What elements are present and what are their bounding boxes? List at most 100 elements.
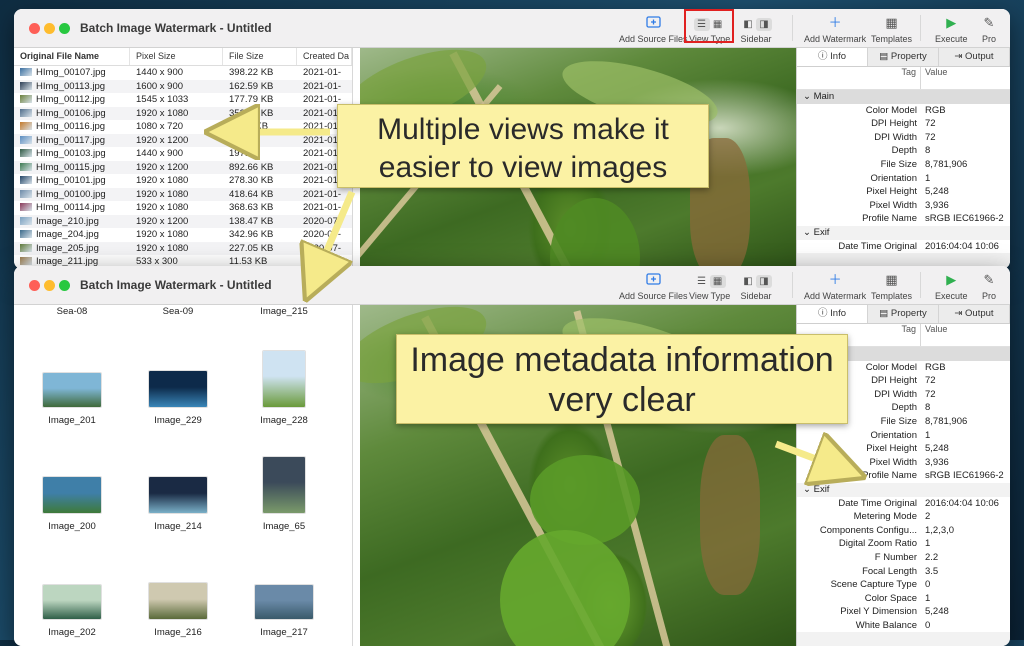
- grid-item[interactable]: Image_202: [22, 585, 122, 638]
- table-row[interactable]: HImg_00115.jpg 1920 x 1200 892.66 KB 2021-0…: [14, 160, 352, 174]
- col-pixel-size[interactable]: Pixel Size: [130, 48, 223, 65]
- thumbnail-grid[interactable]: Sea-08 Sea-09 Image_215 Image_201 Image_2…: [14, 305, 353, 646]
- cell-file-name: HImg_00101.jpg: [14, 174, 130, 188]
- col-file-size[interactable]: File Size: [223, 48, 297, 65]
- close-button[interactable]: [29, 280, 40, 291]
- section-exif[interactable]: ⌄ Exif: [797, 226, 1010, 240]
- file-list[interactable]: Original File Name Pixel Size File Size …: [14, 48, 353, 269]
- table-row[interactable]: Image_210.jpg 1920 x 1200 138.47 KB 2020-07…: [14, 214, 352, 228]
- execute-button[interactable]: ▶ Execute: [935, 15, 968, 44]
- grid-view-icon[interactable]: ▦: [709, 275, 726, 288]
- metadata-row[interactable]: Pixel Height 5,248: [797, 442, 1010, 456]
- add-source-files-button[interactable]: Add Source Files: [619, 272, 688, 301]
- tab-info[interactable]: ⓘ Info: [797, 48, 868, 66]
- table-row[interactable]: HImg_00112.jpg 1545 x 1033 177.79 KB 2021-0…: [14, 93, 352, 107]
- table-row[interactable]: HImg_00103.jpg 1440 x 900 197.8 2021-01-: [14, 147, 352, 161]
- table-row[interactable]: HImg_00117.jpg 1920 x 1200 2021-01-: [14, 133, 352, 147]
- tab-output[interactable]: ⇥ Output: [939, 48, 1010, 66]
- file-name-text: Image_210.jpg: [36, 215, 99, 227]
- metadata-row[interactable]: Depth 8: [797, 144, 1010, 158]
- metadata-row[interactable]: Profile Name sRGB IEC61966-2: [797, 212, 1010, 226]
- zoom-button[interactable]: [59, 23, 70, 34]
- metadata-row[interactable]: F Number 2.2: [797, 550, 1010, 565]
- section-exif[interactable]: ⌄ Exif: [797, 483, 1010, 497]
- left-sidebar-icon[interactable]: ◧: [740, 275, 756, 288]
- tab-output-label: Output: [965, 308, 994, 319]
- execute-button[interactable]: ▶ Execute: [935, 272, 968, 301]
- metadata-row[interactable]: Date Time Original 2016:04:04 10:06: [797, 496, 1010, 511]
- table-row[interactable]: HImg_00113.jpg 1600 x 900 162.59 KB 2021-01…: [14, 79, 352, 93]
- metadata-row[interactable]: Orientation 1: [797, 428, 1010, 443]
- metadata-row[interactable]: Date Time Original 2016:04:04 10:06: [797, 239, 1010, 254]
- zoom-button[interactable]: [59, 280, 70, 291]
- grid-item[interactable]: Image_201: [22, 373, 122, 426]
- minimize-button[interactable]: [44, 280, 55, 291]
- table-row[interactable]: HImg_00101.jpg 1920 x 1080 278.30 KB 2021-0…: [14, 174, 352, 188]
- grid-item[interactable]: Image_214: [128, 477, 228, 532]
- metadata-row[interactable]: Scene Capture Type 0: [797, 578, 1010, 592]
- file-name-text: HImg_00101.jpg: [36, 175, 106, 186]
- grid-item[interactable]: Image_200: [22, 477, 122, 532]
- templates-button[interactable]: ▦ Templates: [871, 15, 912, 44]
- metadata-row[interactable]: Pixel Y Dimension 5,248: [797, 605, 1010, 619]
- sidebar-control[interactable]: ◧ ◨ Sidebar: [740, 15, 772, 44]
- right-sidebar-icon[interactable]: ◨: [756, 18, 772, 31]
- list-view-icon[interactable]: ☰: [694, 275, 710, 288]
- left-sidebar-icon[interactable]: ◧: [740, 18, 756, 31]
- grid-item[interactable]: Image_65: [234, 457, 334, 532]
- table-row[interactable]: HImg_00106.jpg 1920 x 1080 352.49 KB 2021-0…: [14, 106, 352, 120]
- view-type-highlight-box: [684, 9, 734, 43]
- metadata-row[interactable]: Color Space 1: [797, 591, 1010, 606]
- add-watermark-button[interactable]: ＋ Add Watermark: [804, 15, 866, 44]
- col-created-date[interactable]: Created Da: [297, 48, 352, 65]
- tab-info[interactable]: ⓘ Info: [797, 305, 868, 323]
- metadata-row[interactable]: DPI Width 72: [797, 130, 1010, 145]
- metadata-row[interactable]: Components Configu... 1,2,3,0: [797, 523, 1010, 538]
- templates-button[interactable]: ▦ Templates: [871, 272, 912, 301]
- table-row[interactable]: HImg_00100.jpg 1920 x 1080 418.64 KB 2021-0…: [14, 187, 352, 201]
- metadata-key: Depth: [891, 145, 917, 157]
- cell-pixel-size: 1920 x 1200: [136, 215, 189, 227]
- add-source-files-button[interactable]: Add Source Files: [619, 15, 688, 44]
- table-row[interactable]: HImg_00107.jpg 1440 x 900 398.22 KB 2021-01…: [14, 66, 352, 80]
- metadata-row[interactable]: Profile Name sRGB IEC61966-2: [797, 469, 1010, 483]
- cell-pixel-size: 1440 x 900: [136, 148, 184, 159]
- metadata-value: 3,936: [925, 456, 949, 468]
- cell-created-date: 2021-01-: [303, 67, 342, 78]
- metadata-row[interactable]: Pixel Width 3,936: [797, 198, 1010, 213]
- table-row[interactable]: Image_205.jpg 1920 x 1080 227.05 KB 2020-07…: [14, 241, 352, 255]
- col-original-file-name[interactable]: Original File Name: [14, 48, 130, 65]
- tab-output[interactable]: ⇥ Output: [939, 305, 1010, 323]
- grid-item[interactable]: Image_228: [234, 351, 334, 426]
- metadata-row[interactable]: White Balance 0: [797, 618, 1010, 633]
- table-row[interactable]: HImg_00116.jpg 1080 x 720 87.73 KB 2021-01-: [14, 120, 352, 134]
- minimize-button[interactable]: [44, 23, 55, 34]
- metadata-row[interactable]: Digital Zoom Ratio 1: [797, 537, 1010, 551]
- metadata-key: Pixel Width: [869, 456, 917, 468]
- grid-item[interactable]: Image_229: [128, 371, 228, 426]
- close-button[interactable]: [29, 23, 40, 34]
- pro-button[interactable]: ✎ Pro: [982, 15, 996, 44]
- right-sidebar-icon[interactable]: ◨: [756, 275, 772, 288]
- metadata-row[interactable]: Color Model RGB: [797, 103, 1010, 118]
- cell-created-date: 2021-01-: [303, 80, 342, 92]
- section-main[interactable]: ⌄ Main: [797, 90, 1010, 104]
- metadata-row[interactable]: Pixel Height 5,248: [797, 185, 1010, 199]
- grid-item[interactable]: Image_216: [128, 583, 228, 638]
- add-watermark-button[interactable]: ＋ Add Watermark: [804, 272, 866, 301]
- metadata-row[interactable]: Orientation 1: [797, 171, 1010, 186]
- metadata-row[interactable]: Focal Length 3.5: [797, 564, 1010, 579]
- sidebar-control[interactable]: ◧ ◨ Sidebar: [740, 272, 772, 301]
- grid-item-label: Image_216: [154, 627, 202, 638]
- grid-item[interactable]: Image_217: [234, 585, 334, 638]
- table-row[interactable]: HImg_00114.jpg 1920 x 1080 368.63 KB 2021-0…: [14, 201, 352, 215]
- metadata-row[interactable]: DPI Height 72: [797, 117, 1010, 131]
- pro-button[interactable]: ✎ Pro: [982, 272, 996, 301]
- metadata-row[interactable]: Pixel Width 3,936: [797, 455, 1010, 470]
- metadata-row[interactable]: File Size 8,781,906: [797, 157, 1010, 172]
- tab-property[interactable]: ▤ Property: [868, 48, 939, 66]
- metadata-row[interactable]: Metering Mode 2: [797, 510, 1010, 524]
- table-row[interactable]: Image_204.jpg 1920 x 1080 342.96 KB 2020-07…: [14, 228, 352, 242]
- view-type-control[interactable]: ☰ ▦ View Type: [689, 272, 730, 301]
- tab-property[interactable]: ▤ Property: [868, 305, 939, 323]
